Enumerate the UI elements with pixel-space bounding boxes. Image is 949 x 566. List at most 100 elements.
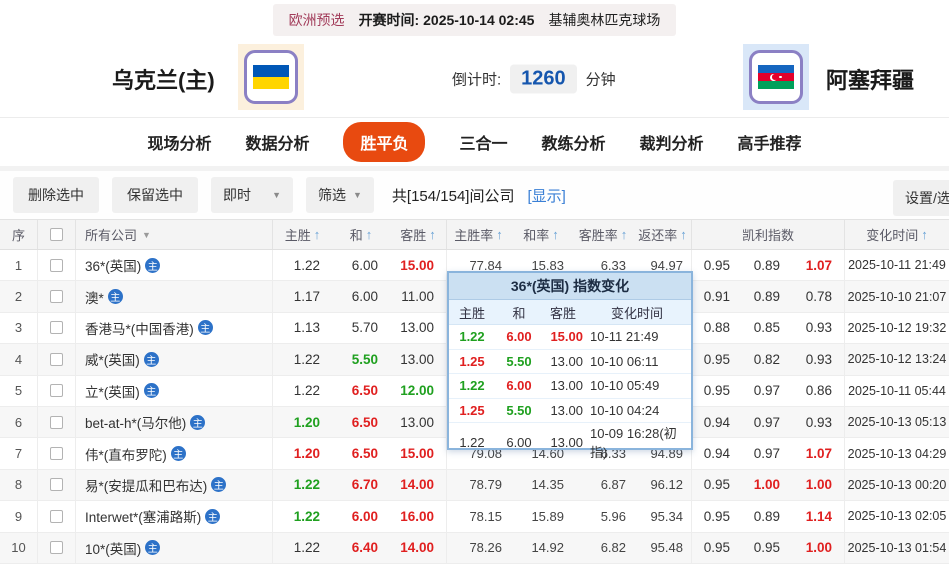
popup-odds-value: 1.25 xyxy=(459,353,485,369)
header-draw[interactable]: 和 ↑ xyxy=(332,220,390,249)
header-win[interactable]: 主胜 ↑ xyxy=(273,220,332,249)
rate-value: 14.92 xyxy=(531,540,564,556)
odds-draw: 6.50 xyxy=(351,414,378,430)
popup-row: 1.25 5.50 13.00 10-10 06:11 xyxy=(449,350,691,375)
odds-draw: 6.00 xyxy=(351,289,378,305)
kelly-value: 0.93 xyxy=(792,406,845,438)
odds-win: 1.20 xyxy=(293,446,320,462)
select-all-checkbox[interactable] xyxy=(50,228,63,241)
delete-selected-button[interactable]: 删除选中 xyxy=(13,177,99,213)
popup-odds-value: 5.50 xyxy=(506,403,532,419)
rate-value: 78.79 xyxy=(469,477,502,493)
ukraine-flag-icon xyxy=(244,50,298,104)
odds-lose: 14.00 xyxy=(390,532,447,563)
header-change-time[interactable]: 变化时间 ↑ xyxy=(845,220,949,249)
home-badge-icon: 主 xyxy=(197,320,213,336)
row-checkbox[interactable] xyxy=(50,290,63,304)
home-badge-icon: 主 xyxy=(211,477,227,493)
company-name[interactable]: 伟*(直布罗陀) xyxy=(85,444,167,464)
row-seq: 7 xyxy=(0,438,38,469)
kelly-value: 0.94 xyxy=(703,446,730,462)
rate-value: 5.96 xyxy=(600,508,626,524)
row-seq: 1 xyxy=(0,250,38,281)
row-checkbox[interactable] xyxy=(50,415,63,429)
row-seq: 10 xyxy=(0,532,38,563)
rate-value: 95.48 xyxy=(634,532,692,563)
settings-select-button[interactable]: 设置/选择 xyxy=(893,180,949,216)
tab-现场分析[interactable]: 现场分析 xyxy=(147,122,211,162)
tab-胜平负[interactable]: 胜平负 xyxy=(343,122,426,162)
chevron-down-icon: ▼ xyxy=(353,190,362,200)
company-name[interactable]: 威*(英国) xyxy=(85,349,140,369)
header-lose[interactable]: 客胜 ↑ xyxy=(390,220,447,249)
time-filter-dropdown[interactable]: 即时 ▼ xyxy=(211,177,293,213)
tab-数据分析[interactable]: 数据分析 xyxy=(245,122,309,162)
row-checkbox[interactable] xyxy=(50,478,63,492)
popup-header-和: 和 xyxy=(512,305,526,321)
popup-odds-value: 1.22 xyxy=(459,434,485,450)
rate-value: 95.34 xyxy=(634,501,692,532)
table-header: 序 所有公司 ▼ 主胜 ↑ 和 ↑ 客胜 ↑ 主胜率 ↑ 和率 ↑ 客胜率 ↑ 返还率 ↑ 凯… xyxy=(0,220,949,250)
keep-selected-button[interactable]: 保留选中 xyxy=(112,177,198,213)
row-checkbox-cell xyxy=(38,375,76,406)
row-checkbox[interactable] xyxy=(50,321,63,335)
sort-up-icon: ↑ xyxy=(365,227,373,242)
home-badge-icon: 主 xyxy=(145,257,161,273)
tab-裁判分析[interactable]: 裁判分析 xyxy=(640,122,704,162)
tab-三合一[interactable]: 三合一 xyxy=(459,122,507,162)
kelly-value: 0.89 xyxy=(753,508,780,524)
header-lose-rate-label: 客胜率 xyxy=(578,228,618,243)
company-name[interactable]: 易*(安提瓜和巴布达) xyxy=(85,475,207,495)
odds-draw: 6.50 xyxy=(351,383,378,399)
row-checkbox[interactable] xyxy=(50,447,63,461)
row-checkbox[interactable] xyxy=(50,509,63,523)
change-time: 2025-10-13 05:13 xyxy=(847,415,947,430)
filter-dropdown[interactable]: 筛选 ▼ xyxy=(306,177,374,213)
company-cell: 香港马*(中国香港) 主 xyxy=(76,312,273,344)
change-time: 2025-10-13 00:20 xyxy=(847,477,947,492)
company-name[interactable]: Interwet*(塞浦路斯) xyxy=(85,506,201,526)
row-checkbox[interactable] xyxy=(50,541,63,555)
change-time: 2025-10-12 13:24 xyxy=(847,352,947,367)
company-name[interactable]: 10*(英国) xyxy=(85,538,141,558)
row-checkbox[interactable] xyxy=(50,258,63,272)
row-checkbox-cell xyxy=(38,501,76,532)
row-checkbox[interactable] xyxy=(50,352,63,366)
popup-odds-value: 6.00 xyxy=(506,378,532,394)
row-seq: 9 xyxy=(0,501,38,532)
tab-教练分析[interactable]: 教练分析 xyxy=(542,122,606,162)
popup-odds-value: 1.22 xyxy=(459,378,485,394)
popup-odds-value: 5.50 xyxy=(506,353,532,369)
countdown: 倒计时: 1260 分钟 xyxy=(452,64,616,93)
show-link[interactable]: [显示] xyxy=(527,185,565,206)
header-lose-rate[interactable]: 客胜率 ↑ xyxy=(572,220,634,249)
odds-win: 1.13 xyxy=(293,320,320,336)
company-name[interactable]: bet-at-h*(马尔他) xyxy=(85,412,186,432)
company-name[interactable]: 立*(英国) xyxy=(85,381,140,401)
popup-odds-value: 6.00 xyxy=(506,329,532,345)
home-flag xyxy=(238,44,304,110)
company-name[interactable]: 澳* xyxy=(85,287,104,307)
kelly-value: 0.95 xyxy=(703,540,730,556)
sort-up-icon: ↑ xyxy=(552,227,559,242)
header-win-rate[interactable]: 主胜率 ↑ xyxy=(447,220,510,249)
popup-odds-value: 6.00 xyxy=(506,434,532,450)
row-checkbox[interactable] xyxy=(50,384,63,398)
header-company[interactable]: 所有公司 ▼ xyxy=(76,220,273,249)
kelly-value: 0.86 xyxy=(792,375,845,406)
odds-lose: 14.00 xyxy=(390,469,447,501)
odds-lose: 13.00 xyxy=(390,344,447,375)
chevron-down-icon: ▼ xyxy=(142,229,151,240)
kelly-value: 0.97 xyxy=(753,414,780,430)
tab-高手推荐[interactable]: 高手推荐 xyxy=(738,122,802,162)
sort-up-icon: ↑ xyxy=(496,227,503,242)
header-draw-rate[interactable]: 和率 ↑ xyxy=(510,220,572,249)
row-checkbox-cell xyxy=(38,438,76,469)
time-filter-label: 即时 xyxy=(223,187,251,203)
popup-header-客胜: 客胜 xyxy=(549,305,576,321)
company-name[interactable]: 36*(英国) xyxy=(85,255,141,275)
kickoff-value: 2025-10-14 02:45 xyxy=(423,12,535,28)
header-return-rate[interactable]: 返还率 ↑ xyxy=(634,220,692,249)
odds-draw: 5.50 xyxy=(351,351,378,367)
company-name[interactable]: 香港马*(中国香港) xyxy=(85,318,194,338)
